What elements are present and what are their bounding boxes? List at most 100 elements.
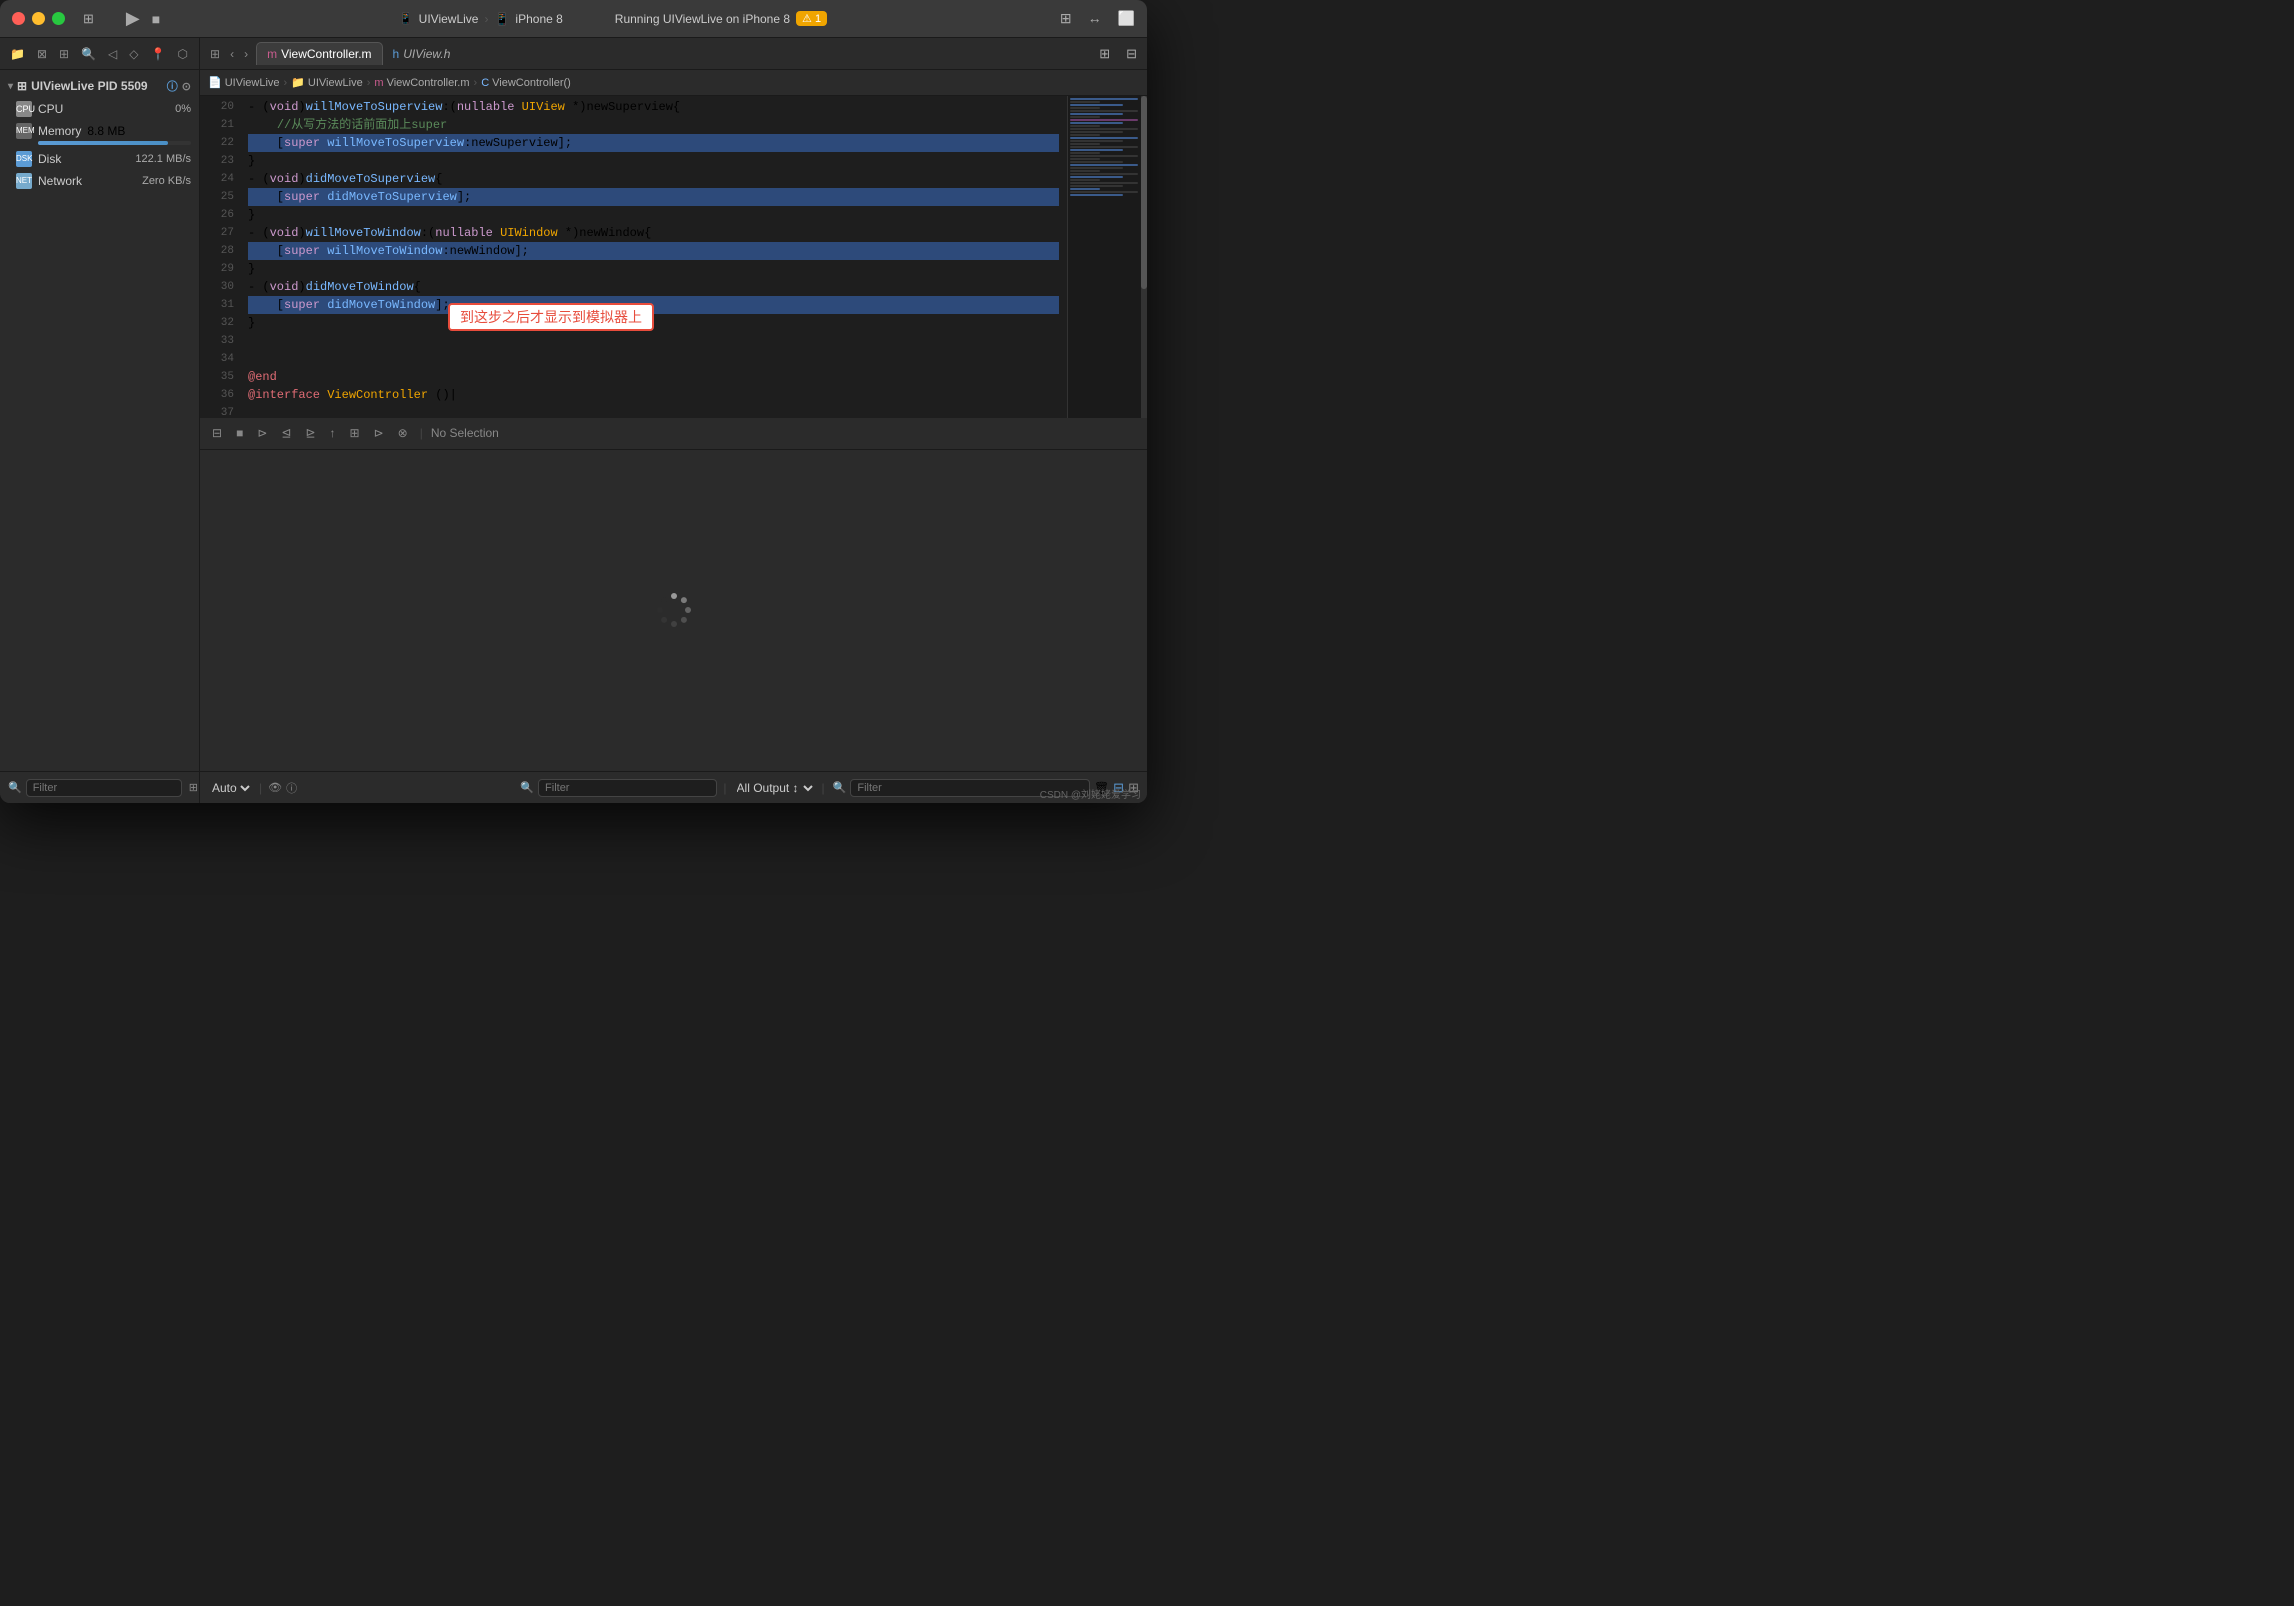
device-label: iPhone 8 [515,12,562,26]
sidebar: 📁 ⊠ ⊞ 🔍 ◁ ◇ 📍 ⬡ ◈ ▾ ⊞ UIViewLive PID 550… [0,38,200,803]
code-line-28: [super willMoveToWindow:newWindow];5 [248,242,1059,260]
view-debug-icon[interactable]: ⊞ [346,424,364,442]
tab-back-btn[interactable]: ‹ [226,45,238,63]
folder-icon[interactable]: 📁 [6,45,29,63]
code-line-21: //从写方法的话前面加上super [248,116,1059,134]
device-icon: 📱 [494,12,509,26]
list-filter-btn[interactable]: ⊞ [186,780,201,795]
split-view-icon[interactable]: ⊞ [1060,10,1072,27]
console-filter-input[interactable] [538,779,717,797]
title-bar: ⊞ ▶ ■ 📱 UIViewLive › 📱 iPhone 8 Running … [0,0,1147,38]
warning-icon[interactable]: ⊠ [33,45,51,63]
memory-icon: MEM [16,123,32,139]
minimize-button[interactable] [32,12,45,25]
memory-value: 8.8 MB [87,124,125,138]
sidebar-footer: 🔍 ⊞ ⊟ + [0,771,199,803]
location-icon[interactable]: 📍 [147,45,170,63]
code-line-35: @end [248,368,1059,386]
step-in-icon[interactable]: ⊴ [277,424,295,442]
breadcrumb-group[interactable]: 📁 UIViewLive [291,76,363,89]
breakpoint-icon[interactable]: ■ [232,424,247,442]
breadcrumb-file[interactable]: m ViewController.m [374,77,469,89]
maximize-button[interactable] [52,12,65,25]
search-icon[interactable]: 🔍 [77,45,100,63]
run-button[interactable]: ▶ [120,6,146,31]
sidebar-toggle-icon[interactable]: ⊞ [77,8,100,30]
footer-sep-3: | [820,781,827,795]
annotation-callout: 到这步之后才显示到模拟器上 [448,312,488,322]
bottom-panel-content [200,450,1147,772]
tab-h-icon: h [393,47,400,61]
tab-forward-btn[interactable]: › [240,45,252,63]
close-button[interactable] [12,12,25,25]
memory-label: Memory [38,124,81,138]
sidebar-header: ▾ ⊞ UIViewLive PID 5509 ⓘ ⊙ [0,74,199,98]
info-footer-icon[interactable]: ⓘ [286,780,297,796]
tab-viewcontroller-m[interactable]: m ViewController.m [256,42,382,65]
network-value: Zero KB/s [142,175,191,187]
center-filter-section: 🔍 | All Output ↕ | [520,779,826,797]
pid-label: UIViewLive PID 5509 [31,79,148,93]
line-numbers: 2021222324252627282930313233343536373839… [200,96,240,418]
inspector-icon[interactable]: ↔ [1088,10,1102,27]
step-over-icon[interactable]: ⊳ [253,424,271,442]
network-label: Network [38,174,82,188]
step-out-icon[interactable]: ⊵ [301,424,319,442]
stop-button[interactable]: ■ [146,9,166,29]
code-line-22: [super willMoveToSuperview:newSuperview]… [248,134,1059,152]
continue-icon[interactable]: ↑ [326,424,340,442]
eye-icon[interactable]: 👁 [268,781,282,794]
output-selector[interactable]: All Output ↕ [733,780,816,796]
scheme-label: UIViewLive [419,12,479,26]
hierarchy-icon[interactable]: ⊞ [55,45,73,63]
split-editor-icon[interactable]: ⊞ [1093,43,1116,65]
memory-bar [38,141,168,145]
folder-bc-icon: 📁 [291,76,305,89]
code-line-36: @interface ViewController ()| [248,386,1059,404]
expand-icon: ▾ [8,81,13,92]
breadcrumb-project[interactable]: 📄 UIViewLive [208,76,280,89]
tab-uiview-h[interactable]: h UIView.h [383,43,461,65]
breakpoint-icon[interactable]: ◁ [104,45,121,63]
project-icon: 📄 [208,76,222,89]
memory-item: MEM Memory 8.8 MB [0,120,199,148]
editor-area: ⊞ ‹ › m ViewController.m h UIView.h ⊞ ⊟ [200,38,1147,803]
simulate-icon[interactable]: ⊳ [370,424,388,442]
process-icon: ⊞ [17,79,27,93]
console-icon[interactable]: ⊟ [208,424,226,442]
separator: | [418,426,425,440]
tab-bar-right: ⊞ ⊟ [1093,43,1143,65]
cpu-value: 0% [175,103,191,115]
method-bc-icon: C [481,77,489,89]
bottom-footer: Auto | 👁 ⓘ 🔍 | All Output ↕ | 🔍 [200,771,1147,803]
warning-badge: ⚠ 1 [796,11,827,26]
breadcrumb-method[interactable]: C ViewController() [481,77,571,89]
filter-icon: 🔍 [8,781,22,794]
editor-grid-icon[interactable]: ⊞ [204,45,226,63]
code-content[interactable]: - (void)willMoveToSuperview:(nullable UI… [240,96,1067,418]
code-line-26: } [248,206,1059,224]
callout-text: 到这步之后才显示到模拟器上 [448,303,654,331]
code-line-33 [248,332,1059,350]
test-icon[interactable]: ⬡ [173,45,191,63]
minimap [1067,96,1147,418]
tab-bar: ⊞ ‹ › m ViewController.m h UIView.h ⊞ ⊟ [200,38,1147,70]
debug-icon[interactable]: ◇ [125,45,142,63]
gauge-icon[interactable]: ⊙ [182,80,191,93]
more-icon[interactable]: ⊗ [394,424,412,442]
tab-navigation: ‹ › [226,45,252,63]
no-selection-label: No Selection [431,426,499,440]
code-line-20: - (void)willMoveToSuperview:(nullable UI… [248,98,1059,116]
code-editor-container: 2021222324252627282930313233343536373839… [200,96,1147,418]
disk-value: 122.1 MB/s [135,153,191,165]
sidebar-filter-input[interactable] [26,779,182,797]
cpu-item: CPU CPU 0% [0,98,199,120]
code-editor[interactable]: 2021222324252627282930313233343536373839… [200,96,1067,418]
cpu-icon: CPU [16,101,32,117]
layout-icon[interactable]: ⬜ [1118,10,1135,27]
info-icon[interactable]: ⓘ [167,78,178,94]
auto-selector[interactable]: Auto [208,780,253,796]
inspector-panel-icon[interactable]: ⊟ [1120,43,1143,65]
xcode-window: ⊞ ▶ ■ 📱 UIViewLive › 📱 iPhone 8 Running … [0,0,1147,803]
scrollbar-thumb[interactable] [1141,96,1147,289]
